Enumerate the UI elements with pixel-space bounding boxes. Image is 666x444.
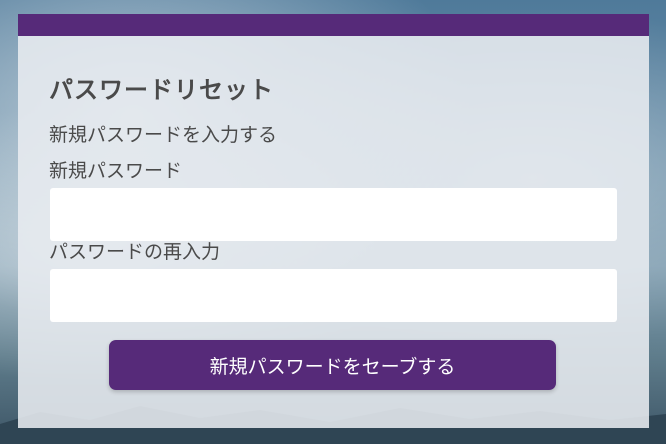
card-header-bar — [18, 14, 649, 36]
confirm-password-label: パスワードの再入力 — [49, 241, 221, 263]
new-password-label: 新規パスワード — [49, 160, 183, 182]
new-password-input[interactable] — [50, 188, 617, 241]
instruction-text: 新規パスワードを入力する — [49, 124, 278, 146]
password-reset-card: パスワードリセット 新規パスワードを入力する 新規パスワード パスワードの再入力… — [18, 14, 649, 428]
confirm-password-input[interactable] — [50, 269, 617, 322]
page-title: パスワードリセット — [49, 76, 274, 104]
save-new-password-button[interactable]: 新規パスワードをセーブする — [109, 340, 556, 390]
